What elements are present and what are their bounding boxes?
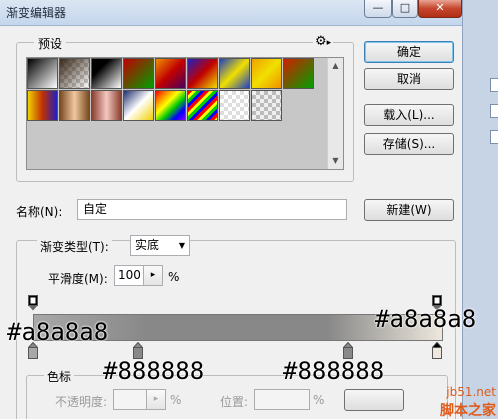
location-label: 位置:	[220, 395, 249, 409]
preset-swatch[interactable]	[251, 90, 282, 121]
gradient-type-label: 渐变类型(T):	[37, 238, 112, 255]
caption-right-color: #a8a8a8	[375, 305, 477, 333]
gradient-type-value: 实底	[135, 238, 160, 252]
caption-left-color: #a8a8a8	[7, 318, 109, 346]
preset-swatch[interactable]	[219, 58, 250, 89]
caption-stop-mid-right: #888888	[283, 357, 385, 385]
preset-swatch[interactable]	[123, 90, 154, 121]
gradient-type-select[interactable]: 实底 ▼	[130, 235, 190, 256]
preset-swatch[interactable]	[219, 90, 250, 121]
location-input[interactable]	[254, 389, 310, 410]
ok-button[interactable]: 确定	[364, 41, 454, 63]
smoothness-input[interactable]: 100	[114, 265, 144, 286]
preset-swatch[interactable]	[27, 90, 58, 121]
presets-label: 预设	[34, 35, 67, 52]
smoothness-stepper[interactable]: ▸	[143, 265, 163, 286]
preset-swatch[interactable]	[187, 90, 218, 121]
scroll-down-icon[interactable]: ▼	[328, 153, 343, 168]
color-stop-right[interactable]	[432, 342, 442, 359]
opacity-unit: %	[170, 393, 182, 407]
load-button[interactable]: 载入(L)...	[364, 104, 454, 126]
background-window-edge	[462, 0, 498, 419]
preset-swatch[interactable]	[91, 90, 122, 121]
preset-swatch[interactable]	[155, 58, 186, 89]
preset-swatch[interactable]	[91, 58, 122, 89]
minimize-button[interactable]: —	[364, 0, 392, 18]
save-button[interactable]: 存储(S)...	[364, 133, 454, 155]
preset-swatch-grid: ▲ ▼	[26, 57, 344, 170]
preset-swatch[interactable]	[251, 58, 282, 89]
minimize-icon: —	[372, 1, 384, 14]
opacity-input[interactable]	[113, 389, 147, 410]
preset-swatch[interactable]	[59, 90, 90, 121]
maximize-icon: □	[399, 1, 411, 14]
location-unit: %	[313, 393, 325, 407]
scroll-up-icon[interactable]: ▲	[328, 58, 343, 73]
preset-swatch[interactable]	[59, 58, 90, 89]
close-icon: ✕	[435, 1, 445, 14]
background-window-control	[490, 78, 498, 92]
maximize-button[interactable]: □	[392, 0, 418, 18]
name-label: 名称(N):	[16, 205, 63, 219]
title-bar: 渐变编辑器 — □ ✕	[0, 0, 498, 26]
opacity-label: 不透明度:	[55, 395, 108, 409]
preset-swatch[interactable]	[187, 58, 218, 89]
cancel-button[interactable]: 取消	[364, 68, 454, 90]
preset-swatch[interactable]	[123, 58, 154, 89]
caption-stop-mid-left: #888888	[103, 357, 205, 385]
preset-swatch[interactable]	[283, 58, 314, 89]
color-stops-label: 色标	[44, 368, 75, 385]
watermark-site: jb51.net	[446, 385, 496, 399]
background-window-control	[490, 130, 498, 144]
opacity-stop-left[interactable]	[28, 295, 38, 311]
smoothness-unit: %	[168, 270, 180, 284]
preset-scrollbar[interactable]: ▲ ▼	[327, 58, 343, 169]
background-window-control	[490, 104, 498, 118]
name-input[interactable]: 自定	[77, 199, 347, 220]
chevron-down-icon: ▼	[178, 241, 185, 250]
gear-icon[interactable]: ⚙▸	[313, 34, 334, 49]
watermark-brand: 脚本之家	[440, 403, 496, 419]
smoothness-label: 平滑度(M):	[48, 272, 108, 286]
window-title: 渐变编辑器	[6, 6, 67, 20]
delete-button[interactable]	[344, 389, 404, 411]
preset-swatch[interactable]	[27, 58, 58, 89]
opacity-stepper[interactable]: ▸	[146, 389, 166, 410]
preset-swatch[interactable]	[155, 90, 186, 121]
new-button[interactable]: 新建(W)	[364, 199, 454, 221]
close-button[interactable]: ✕	[418, 0, 462, 18]
